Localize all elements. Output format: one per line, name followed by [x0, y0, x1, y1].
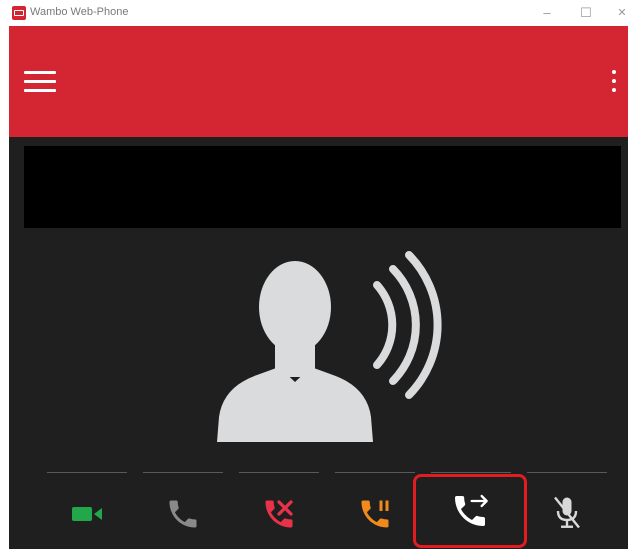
minimize-button[interactable]: –: [536, 2, 558, 24]
microphone-muted-icon: [554, 496, 580, 529]
person-speaking-icon: [217, 251, 442, 442]
answer-call-button[interactable]: [147, 486, 219, 542]
more-vertical-icon[interactable]: [610, 70, 618, 94]
call-panel: [9, 137, 628, 549]
phone-hold-icon: [361, 500, 389, 528]
hold-call-button[interactable]: [339, 486, 411, 542]
video-call-button[interactable]: [51, 486, 123, 542]
caller-info-bar: [24, 146, 621, 228]
phone-icon: [169, 500, 197, 528]
close-button[interactable]: ✕: [611, 2, 628, 24]
mute-button[interactable]: [531, 486, 603, 542]
app-header: [9, 26, 628, 137]
window-titlebar: Wambo Web-Phone – ☐ ✕: [0, 0, 628, 26]
phone-transfer-icon: [455, 494, 488, 526]
maximize-button[interactable]: ☐: [575, 2, 597, 24]
control-dividers: [9, 472, 628, 474]
transfer-call-button[interactable]: [413, 474, 527, 548]
hangup-button[interactable]: [243, 486, 315, 542]
video-camera-icon: [72, 507, 102, 521]
window-title: Wambo Web-Phone: [30, 6, 129, 18]
app-logo-icon: [12, 6, 26, 20]
hamburger-menu-icon[interactable]: [24, 71, 56, 93]
phone-hangup-icon: [265, 500, 293, 528]
